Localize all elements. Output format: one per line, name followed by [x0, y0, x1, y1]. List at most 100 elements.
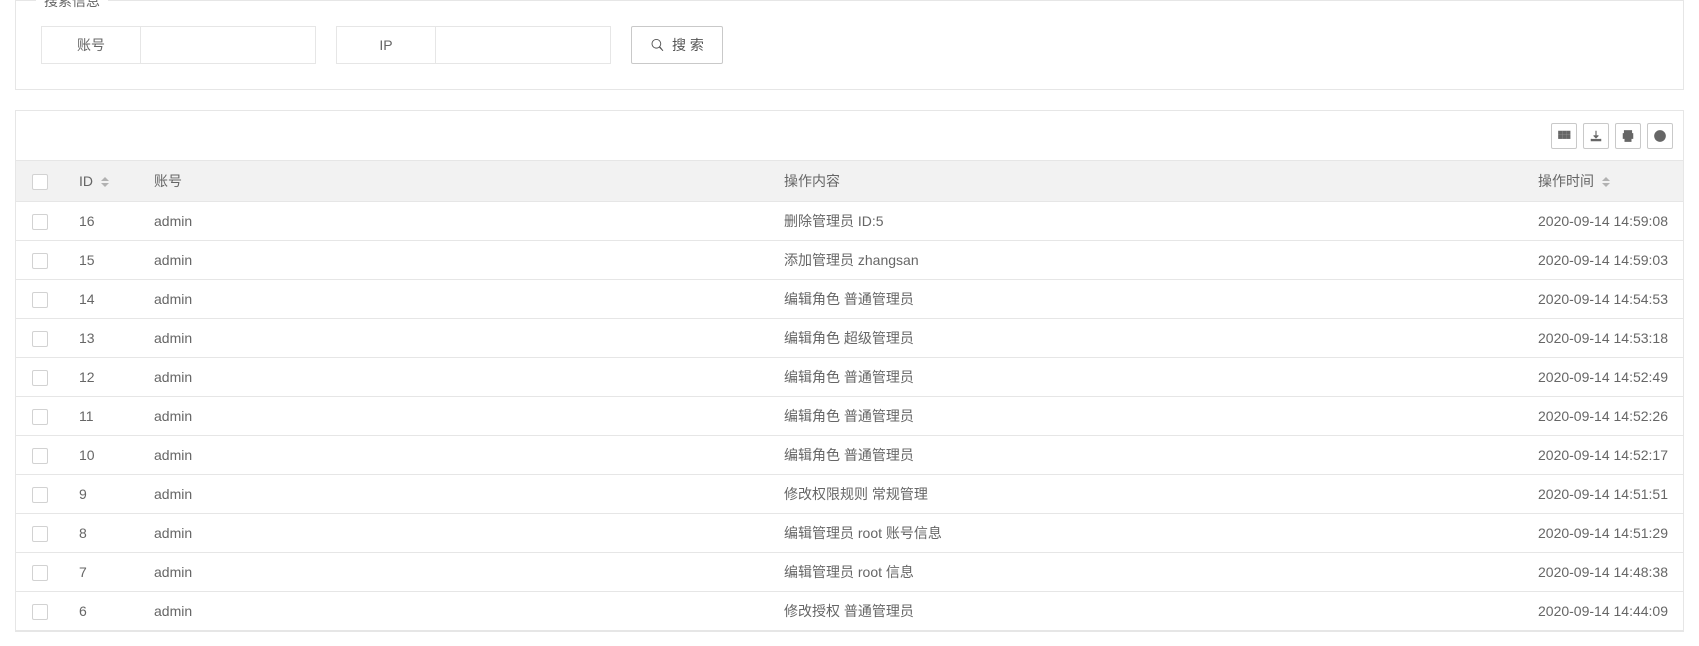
cell-id: 10 [64, 436, 139, 475]
row-checkbox[interactable] [32, 604, 48, 620]
table-row: 12admin编辑角色 普通管理员2020-09-14 14:52:49 [16, 358, 1683, 397]
cell-account: admin [139, 202, 769, 241]
export-button[interactable] [1583, 123, 1609, 149]
row-checkbox-cell [16, 319, 64, 358]
row-checkbox-cell [16, 241, 64, 280]
tip-button[interactable] [1647, 123, 1673, 149]
row-checkbox[interactable] [32, 292, 48, 308]
cell-time: 2020-09-14 14:51:51 [1523, 475, 1683, 514]
cell-id: 16 [64, 202, 139, 241]
search-button-label: 搜 索 [672, 35, 704, 55]
cell-account: admin [139, 358, 769, 397]
cell-time: 2020-09-14 14:48:38 [1523, 553, 1683, 592]
table-body: 16admin删除管理员 ID:52020-09-14 14:59:0815ad… [16, 202, 1683, 631]
cell-content: 编辑管理员 root 信息 [769, 553, 1523, 592]
table-toolbar [16, 111, 1683, 161]
search-panel-title: 搜索信息 [36, 0, 108, 11]
cell-content: 添加管理员 zhangsan [769, 241, 1523, 280]
log-table-card: ID 账号 操作内容 操作时间 16admin删除管理员 ID:52020-09… [15, 110, 1684, 632]
table-row: 10admin编辑角色 普通管理员2020-09-14 14:52:17 [16, 436, 1683, 475]
row-checkbox[interactable] [32, 214, 48, 230]
cell-account: admin [139, 436, 769, 475]
cell-time: 2020-09-14 14:59:03 [1523, 241, 1683, 280]
header-account: 账号 [139, 161, 769, 202]
cell-content: 编辑管理员 root 账号信息 [769, 514, 1523, 553]
cell-time: 2020-09-14 14:51:29 [1523, 514, 1683, 553]
account-field-group: 账号 [41, 26, 316, 64]
row-checkbox-cell [16, 280, 64, 319]
row-checkbox[interactable] [32, 370, 48, 386]
ip-input[interactable] [436, 26, 611, 64]
cell-time: 2020-09-14 14:52:26 [1523, 397, 1683, 436]
header-time[interactable]: 操作时间 [1523, 161, 1683, 202]
sort-caret-icon [1602, 177, 1610, 187]
print-icon [1621, 129, 1635, 143]
cell-id: 12 [64, 358, 139, 397]
alert-icon [1653, 129, 1667, 143]
select-all-checkbox[interactable] [32, 174, 48, 190]
cell-account: admin [139, 475, 769, 514]
table-row: 11admin编辑角色 普通管理员2020-09-14 14:52:26 [16, 397, 1683, 436]
columns-button[interactable] [1551, 123, 1577, 149]
row-checkbox[interactable] [32, 526, 48, 542]
row-checkbox[interactable] [32, 565, 48, 581]
cell-content: 删除管理员 ID:5 [769, 202, 1523, 241]
cell-id: 7 [64, 553, 139, 592]
export-icon [1589, 129, 1603, 143]
row-checkbox-cell [16, 553, 64, 592]
table-row: 14admin编辑角色 普通管理员2020-09-14 14:54:53 [16, 280, 1683, 319]
header-id[interactable]: ID [64, 161, 139, 202]
search-panel: 搜索信息 账号 IP 搜 索 [15, 0, 1684, 90]
row-checkbox[interactable] [32, 253, 48, 269]
row-checkbox[interactable] [32, 331, 48, 347]
cell-account: admin [139, 397, 769, 436]
cell-account: admin [139, 592, 769, 631]
account-input[interactable] [141, 26, 316, 64]
search-form: 账号 IP 搜 索 [41, 26, 1658, 64]
cell-id: 13 [64, 319, 139, 358]
log-table: ID 账号 操作内容 操作时间 16admin删除管理员 ID:52020-09… [16, 161, 1683, 631]
table-row: 9admin修改权限规则 常规管理2020-09-14 14:51:51 [16, 475, 1683, 514]
cell-id: 9 [64, 475, 139, 514]
row-checkbox-cell [16, 397, 64, 436]
cell-time: 2020-09-14 14:59:08 [1523, 202, 1683, 241]
ip-field-group: IP [336, 26, 611, 64]
cell-id: 14 [64, 280, 139, 319]
cell-account: admin [139, 280, 769, 319]
table-row: 16admin删除管理员 ID:52020-09-14 14:59:08 [16, 202, 1683, 241]
table-row: 6admin修改授权 普通管理员2020-09-14 14:44:09 [16, 592, 1683, 631]
row-checkbox[interactable] [32, 487, 48, 503]
cell-account: admin [139, 514, 769, 553]
cell-account: admin [139, 553, 769, 592]
print-button[interactable] [1615, 123, 1641, 149]
search-icon [650, 37, 666, 53]
cell-time: 2020-09-14 14:53:18 [1523, 319, 1683, 358]
row-checkbox[interactable] [32, 448, 48, 464]
cell-content: 编辑角色 普通管理员 [769, 358, 1523, 397]
cell-content: 修改授权 普通管理员 [769, 592, 1523, 631]
header-time-label: 操作时间 [1538, 173, 1594, 189]
table-row: 8admin编辑管理员 root 账号信息2020-09-14 14:51:29 [16, 514, 1683, 553]
table-header-row: ID 账号 操作内容 操作时间 [16, 161, 1683, 202]
header-id-label: ID [79, 173, 93, 189]
cell-content: 编辑角色 超级管理员 [769, 319, 1523, 358]
row-checkbox[interactable] [32, 409, 48, 425]
columns-icon [1557, 129, 1571, 143]
cell-id: 6 [64, 592, 139, 631]
cell-account: admin [139, 241, 769, 280]
cell-id: 15 [64, 241, 139, 280]
table-row: 7admin编辑管理员 root 信息2020-09-14 14:48:38 [16, 553, 1683, 592]
row-checkbox-cell [16, 475, 64, 514]
cell-id: 11 [64, 397, 139, 436]
cell-content: 编辑角色 普通管理员 [769, 436, 1523, 475]
header-content-label: 操作内容 [784, 173, 840, 189]
cell-time: 2020-09-14 14:44:09 [1523, 592, 1683, 631]
row-checkbox-cell [16, 592, 64, 631]
cell-time: 2020-09-14 14:54:53 [1523, 280, 1683, 319]
search-button[interactable]: 搜 索 [631, 26, 723, 64]
cell-id: 8 [64, 514, 139, 553]
cell-content: 编辑角色 普通管理员 [769, 280, 1523, 319]
row-checkbox-cell [16, 436, 64, 475]
cell-content: 修改权限规则 常规管理 [769, 475, 1523, 514]
header-account-label: 账号 [154, 173, 182, 189]
